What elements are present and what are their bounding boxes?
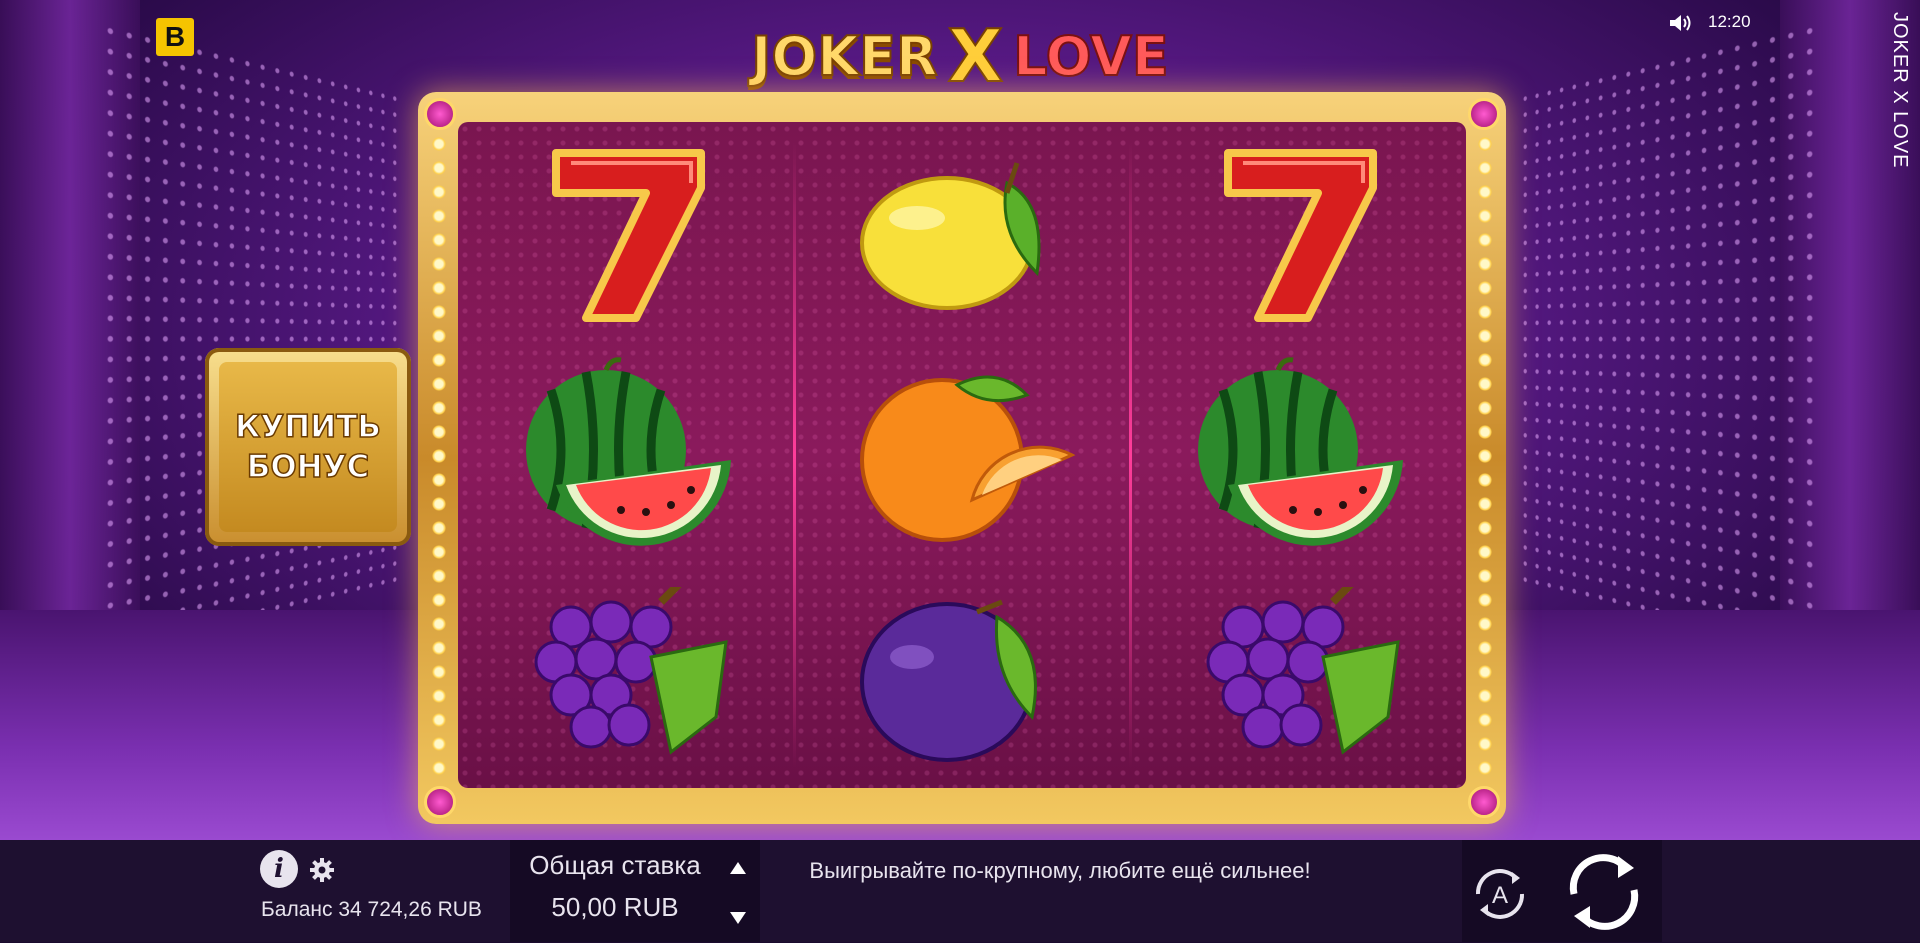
total-bet-value: 50,00 RUB	[551, 892, 679, 922]
buy-bonus-button[interactable]: КУПИТЬ БОНУС	[205, 348, 411, 546]
reel-2	[794, 122, 1130, 788]
reel-3	[1130, 122, 1466, 788]
arrow-up-icon	[730, 862, 746, 874]
frame-gem-icon	[424, 786, 456, 818]
spin-icon	[1569, 854, 1639, 930]
symbol-seven	[1130, 122, 1466, 344]
buy-bonus-face[interactable]: КУПИТЬ БОНУС	[219, 362, 397, 532]
symbol-lemon	[794, 122, 1130, 344]
info-icon[interactable]: i	[260, 850, 298, 888]
lemon-icon	[860, 162, 1041, 310]
reel-frame	[418, 92, 1506, 824]
marquee-lights-right	[1478, 132, 1492, 782]
bet-decrease-button[interactable]	[718, 898, 758, 938]
total-bet-label: Общая ставка	[529, 850, 701, 880]
reel-1	[458, 122, 794, 788]
frame-gem-icon	[1468, 786, 1500, 818]
symbol-grapes	[1130, 566, 1466, 788]
title-love: LOVE	[1012, 24, 1170, 89]
title-joker: JOKER	[750, 24, 938, 89]
bet-increase-button[interactable]	[718, 848, 758, 888]
symbol-plum	[794, 566, 1130, 788]
watermelon-icon	[1198, 357, 1403, 546]
spin-button[interactable]	[1558, 846, 1650, 938]
symbol-seven	[458, 122, 794, 344]
balance-text: Баланс 34 724,26 RUB	[261, 898, 482, 921]
speaker-icon[interactable]	[1668, 12, 1694, 34]
autoplay-label: A	[1492, 882, 1508, 909]
frame-gem-icon	[424, 98, 456, 130]
clock: 12:20	[1708, 12, 1751, 31]
symbol-watermelon	[1130, 344, 1466, 566]
grapes-icon	[1206, 587, 1400, 755]
title-x: X	[947, 13, 1004, 99]
buy-bonus-line1: КУПИТЬ	[234, 408, 381, 446]
buy-bonus-line2: БОНУС	[246, 448, 370, 486]
grapes-icon	[534, 587, 728, 755]
marquee-lights-left	[432, 132, 446, 782]
seven-icon	[552, 149, 705, 322]
autoplay-icon: A	[1475, 869, 1525, 919]
seven-icon	[1224, 149, 1377, 322]
light-wall-right	[1519, 18, 1820, 662]
symbol-grapes	[458, 566, 794, 788]
frame-gem-icon	[1468, 98, 1500, 130]
plum-icon	[860, 599, 1037, 762]
light-wall-left	[100, 18, 401, 662]
watermelon-icon	[526, 357, 731, 546]
arrow-down-icon	[730, 912, 746, 924]
orange-icon	[860, 375, 1076, 542]
gear-icon[interactable]	[308, 856, 336, 884]
reels-area[interactable]	[458, 122, 1466, 788]
symbol-orange	[794, 344, 1130, 566]
side-game-title: JOKER X LOVE	[1889, 12, 1911, 169]
game-title-logo: JOKER X LOVE	[735, 8, 1185, 104]
autoplay-button[interactable]: A	[1468, 862, 1532, 926]
symbol-watermelon	[458, 344, 794, 566]
brand-logo: B	[156, 18, 194, 56]
tagline-text: Выигрывайте по-крупному, любите ещё силь…	[809, 858, 1311, 883]
